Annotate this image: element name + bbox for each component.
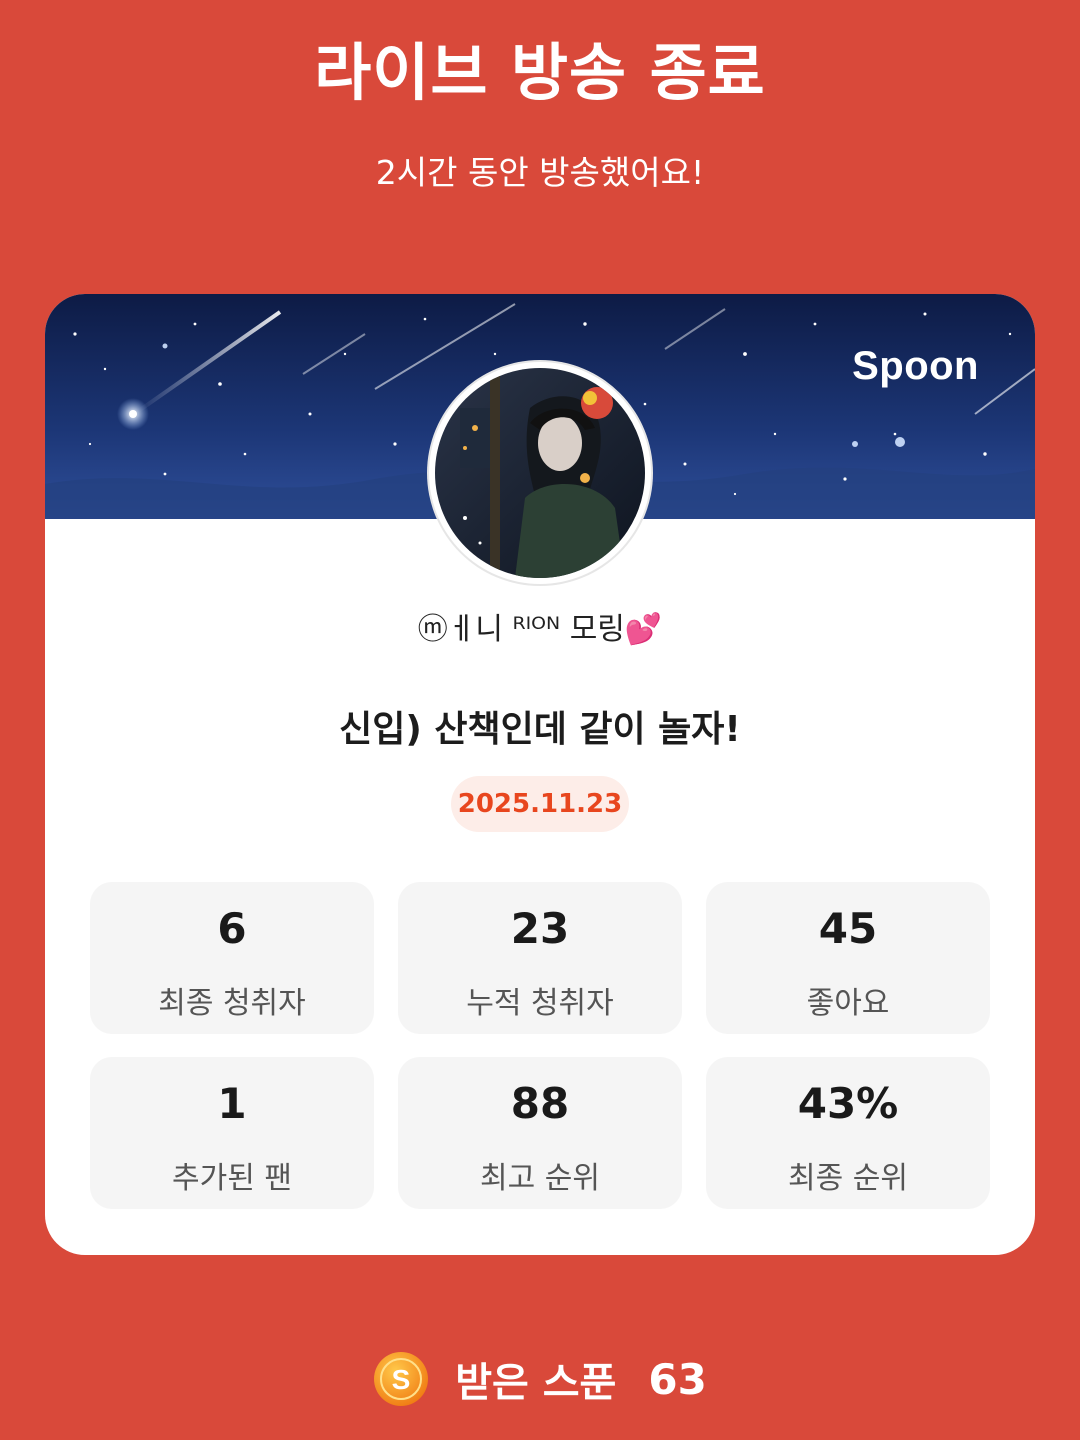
stat-label: 최종 순위 — [788, 1161, 908, 1196]
stat-best-rank: 88 최고 순위 — [398, 1057, 682, 1209]
stat-label: 좋아요 — [806, 986, 890, 1021]
profile-photo — [435, 368, 645, 578]
avatar[interactable] — [429, 362, 651, 584]
received-spoons-label: 받은 스푼 — [455, 1360, 617, 1406]
stat-value: 43% — [797, 1079, 899, 1128]
stat-new-fans: 1 추가된 팬 — [90, 1057, 374, 1209]
spoon-coin-icon: S — [374, 1352, 429, 1406]
stat-final-listeners: 6 최종 청취자 — [90, 882, 374, 1034]
stat-value: 1 — [217, 1079, 247, 1128]
stat-label: 추가된 팬 — [172, 1161, 292, 1196]
stat-value: 6 — [217, 904, 247, 953]
svg-text:S: S — [392, 1364, 411, 1395]
stat-label: 누적 청취자 — [466, 986, 614, 1021]
stat-total-listeners: 23 누적 청취자 — [398, 882, 682, 1034]
stat-likes: 45 좋아요 — [706, 882, 990, 1034]
two-hearts-icon: 💕 — [624, 612, 663, 647]
broadcast-summary-card: Spoon ⓜㅔ니 ᴿᴵᴼᴺ 모링💕 신입) 산책인데 같이 놀자! 2025.… — [45, 294, 1035, 1255]
spoon-logo: Spoon — [852, 344, 979, 388]
live-title: 신입) 산책인데 같이 놀자! — [339, 709, 741, 750]
received-spoons: S 받은 스푼 63 — [0, 1350, 1080, 1410]
stat-label: 최고 순위 — [480, 1161, 600, 1196]
received-spoons-count: 63 — [648, 1354, 707, 1404]
nickname-text: ⓜㅔ니 ᴿᴵᴼᴺ 모링 — [417, 612, 625, 647]
stat-value: 23 — [510, 904, 570, 953]
streamer-nickname: ⓜㅔ니 ᴿᴵᴼᴺ 모링💕 — [45, 604, 1035, 648]
date-badge: 2025.11.23 — [451, 776, 629, 832]
stat-value: 88 — [510, 1079, 570, 1128]
broadcast-duration-text: 2시간 동안 방송했어요! — [375, 153, 705, 192]
page-title: 라이브 방송 종료 — [314, 36, 766, 109]
stat-value: 45 — [818, 904, 878, 953]
stat-final-rank: 43% 최종 순위 — [706, 1057, 990, 1209]
stat-label: 최종 청취자 — [158, 986, 306, 1021]
